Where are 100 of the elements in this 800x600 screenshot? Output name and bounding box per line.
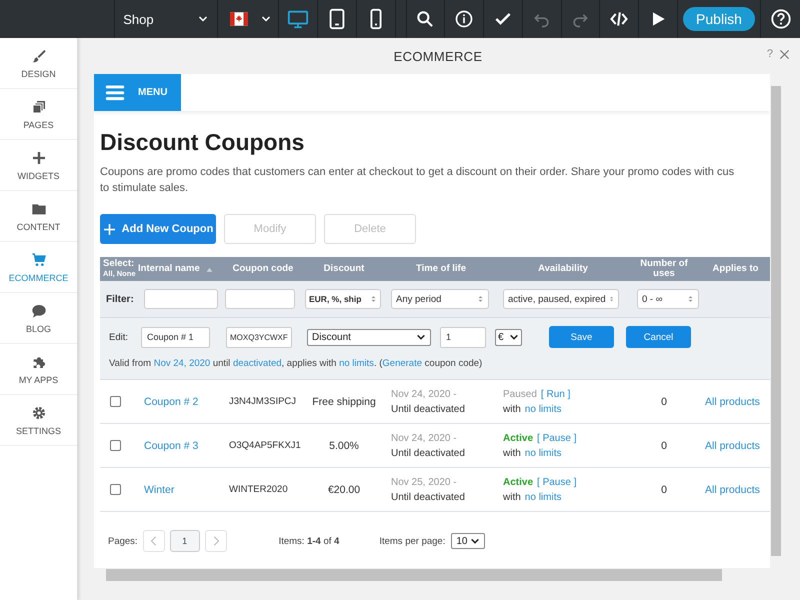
- table-cell: 0: [661, 484, 667, 496]
- up-down-arrows-icon: [370, 294, 377, 304]
- sort-up-icon: [204, 266, 214, 272]
- close-icon: [779, 48, 790, 60]
- column-header[interactable]: Coupon code: [232, 264, 294, 274]
- discount-type-dropdown[interactable]: Discount: [307, 328, 431, 346]
- sidebar-item[interactable]: DESIGN: [0, 38, 77, 89]
- table-cell: 0: [661, 396, 667, 408]
- cancel-button[interactable]: Cancel: [626, 326, 691, 348]
- start-date-text: Nov 24, 2020 -: [391, 388, 457, 400]
- name-field[interactable]: Coupon # 1: [141, 326, 210, 348]
- limit-link[interactable]: no limits: [524, 404, 562, 414]
- filter-field[interactable]: [225, 289, 295, 309]
- help-button[interactable]: ?: [766, 48, 773, 60]
- validity-link[interactable]: deactivated: [232, 358, 282, 369]
- validity-text: Valid from Nov 24, 2020 until deactivated, applies with no limits. (Generate coupon code): [109, 358, 484, 369]
- up-down-arrows-icon: [477, 294, 484, 304]
- brush-icon: [30, 48, 46, 64]
- column-header[interactable]: Time of life: [416, 264, 466, 274]
- add-coupon-button[interactable]: Add New Coupon: [100, 214, 216, 244]
- limit-link[interactable]: no limits: [524, 448, 562, 458]
- column-header[interactable]: Availability: [538, 264, 588, 274]
- status-action-link[interactable]: [ Run ]: [540, 388, 570, 400]
- close-button[interactable]: [779, 48, 790, 60]
- column-header[interactable]: Internal name: [138, 264, 214, 274]
- up-down-arrows-icon: [687, 294, 694, 304]
- filter-label: Filter:: [105, 294, 135, 304]
- validity-link[interactable]: Generate: [382, 358, 422, 369]
- desktop-icon: [287, 8, 310, 30]
- table-cell-text: J3N4JM3SIPCJ: [229, 394, 298, 408]
- start-date-text: Nov 25, 2020 -: [391, 476, 457, 488]
- filter-dropdown[interactable]: EUR, %, ship: [305, 289, 381, 309]
- limit-label: with: [503, 448, 521, 458]
- filter-dropdown[interactable]: active, paused, expired: [503, 289, 619, 309]
- limit-label: with: [503, 404, 521, 414]
- column-header[interactable]: Applies to: [712, 264, 758, 274]
- limit-link[interactable]: no limits: [524, 492, 562, 502]
- items-per-page-label: Items per page:: [379, 536, 446, 546]
- description-text: to stimulate sales.: [100, 181, 190, 196]
- sidebar-item[interactable]: MY APPS: [0, 344, 77, 395]
- coupon-name-link[interactable]: Winter: [144, 484, 174, 496]
- table-cell: 5.00%: [329, 440, 359, 452]
- sidebar-item[interactable]: ECOMMERCE: [0, 242, 77, 293]
- row-checkbox[interactable]: [110, 484, 121, 495]
- status-text: Active: [503, 476, 534, 488]
- coupon-name-link[interactable]: Coupon # 3: [144, 440, 198, 452]
- table-cell: 0: [661, 440, 667, 452]
- limit-label: with: [503, 492, 521, 502]
- end-date-text: Until deactivated: [391, 448, 465, 458]
- column-header[interactable]: Number of uses: [629, 259, 699, 279]
- page-number-button[interactable]: 1: [170, 530, 200, 552]
- validity-link[interactable]: Nov 24, 2020: [154, 358, 210, 369]
- cart-icon: [30, 252, 46, 268]
- row-checkbox[interactable]: [110, 396, 121, 407]
- menu-button[interactable]: MENU: [94, 74, 181, 111]
- filter-dropdown[interactable]: Any period: [391, 289, 489, 309]
- end-date-text: Until deactivated: [391, 404, 465, 414]
- sidebar-item[interactable]: BLOG: [0, 293, 77, 344]
- items-per-page-dropdown[interactable]: 10: [451, 533, 486, 549]
- publish-button[interactable]: Publish: [683, 7, 755, 31]
- page-title: Discount Coupons: [100, 129, 306, 156]
- chevron-left-icon: [148, 534, 159, 548]
- applies-to-link[interactable]: All products: [705, 484, 760, 496]
- items-count-text: Items: 1-4 of 4: [278, 536, 340, 546]
- chevron-down-icon: [509, 332, 519, 342]
- chevron-down-icon: [470, 536, 480, 546]
- panel-title: ECOMMERCE: [394, 48, 482, 64]
- save-button[interactable]: Save: [549, 326, 614, 348]
- menu-icon: [103, 82, 127, 102]
- row-checkbox[interactable]: [110, 440, 121, 451]
- table-cell-text: O3Q4AP5FKXJ1: [229, 438, 302, 452]
- speech-bubble-icon: [30, 302, 46, 318]
- sidebar-item[interactable]: WIDGETS: [0, 140, 77, 191]
- currency-dropdown[interactable]: €: [495, 328, 522, 346]
- up-down-arrows-icon: [608, 294, 614, 304]
- search-icon: [415, 9, 436, 29]
- validity-link[interactable]: no limits: [339, 358, 374, 369]
- pages-icon: [30, 98, 46, 114]
- chevron-down-icon: [416, 332, 426, 342]
- plus-icon: [102, 222, 116, 236]
- status-action-link[interactable]: [ Pause ]: [537, 432, 576, 444]
- table-cell: €20.00: [328, 484, 360, 496]
- gear-icon: [30, 404, 46, 420]
- filter-field[interactable]: [144, 289, 218, 309]
- plus-icon: [30, 150, 46, 166]
- end-date-text: Until deactivated: [391, 492, 465, 502]
- coupon-name-link[interactable]: Coupon # 2: [144, 396, 198, 408]
- sidebar-item[interactable]: PAGES: [0, 89, 77, 140]
- filter-dropdown[interactable]: 0 - ∞: [637, 289, 699, 309]
- code-field[interactable]: MOXQ3YCWXF: [226, 326, 292, 348]
- applies-to-link[interactable]: All products: [705, 396, 760, 408]
- amount-field[interactable]: 1: [440, 326, 486, 348]
- column-header[interactable]: Discount: [324, 264, 364, 274]
- applies-to-link[interactable]: All products: [705, 440, 760, 452]
- status-text: Paused: [503, 388, 537, 400]
- table-cell-text: WINTER2020: [229, 482, 289, 496]
- sidebar-item[interactable]: SETTINGS: [0, 395, 77, 446]
- description-text: Coupons are promo codes that customers can enter at checkout to get a discount on their order. Share your promo codes with cus: [100, 165, 736, 180]
- sidebar-item[interactable]: CONTENT: [0, 191, 77, 242]
- status-action-link[interactable]: [ Pause ]: [537, 476, 576, 488]
